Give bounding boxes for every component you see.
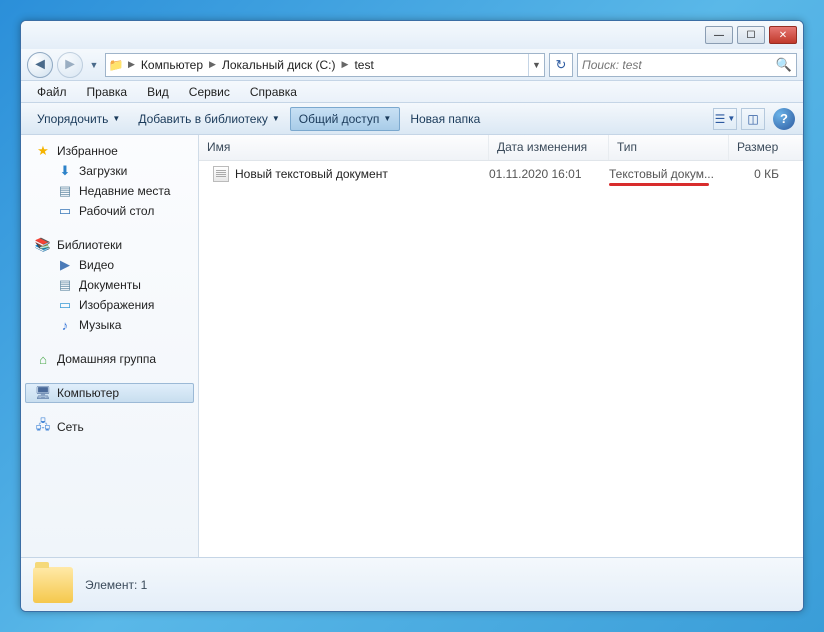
red-underline-annotation <box>609 183 709 186</box>
column-headers: Имя Дата изменения Тип Размер <box>199 135 803 161</box>
toolbar: Упорядочить▼ Добавить в библиотеку▼ Общи… <box>21 103 803 135</box>
titlebar: — ☐ ✕ <box>21 21 803 49</box>
chevron-down-icon: ▼ <box>727 114 735 123</box>
navbar: ◄ ► ▼ 📁 ▶ Компьютер ▶ Локальный диск (C:… <box>21 49 803 81</box>
close-button[interactable]: ✕ <box>769 26 797 44</box>
col-size[interactable]: Размер <box>729 135 803 160</box>
search-box[interactable]: 🔍 <box>577 53 797 77</box>
text-file-icon <box>213 166 229 182</box>
menu-view[interactable]: Вид <box>139 83 177 101</box>
network-icon: 🖧 <box>35 419 51 435</box>
sidebar-network[interactable]: 🖧Сеть <box>21 417 198 437</box>
recent-icon: ▤ <box>57 183 73 199</box>
chevron-right-icon: ▶ <box>126 59 137 70</box>
video-icon: ▶ <box>57 257 73 273</box>
status-text: Элемент: 1 <box>85 578 147 592</box>
chevron-down-icon: ▼ <box>272 114 280 123</box>
preview-pane-button[interactable]: ◫ <box>741 108 765 130</box>
sidebar-libraries[interactable]: 📚Библиотеки <box>21 235 198 255</box>
homegroup-icon: ⌂ <box>35 351 51 367</box>
sidebar-pictures[interactable]: ▭Изображения <box>21 295 198 315</box>
menu-help[interactable]: Справка <box>242 83 305 101</box>
sidebar-computer[interactable]: 🖥Компьютер <box>25 383 194 403</box>
file-size: 0 КБ <box>729 167 803 181</box>
explorer-window: — ☐ ✕ ◄ ► ▼ 📁 ▶ Компьютер ▶ Локальный ди… <box>20 20 804 612</box>
search-icon[interactable]: 🔍 <box>776 57 792 73</box>
documents-icon: ▤ <box>57 277 73 293</box>
refresh-button[interactable]: ↻ <box>549 53 573 77</box>
star-icon: ★ <box>35 143 51 159</box>
pictures-icon: ▭ <box>57 297 73 313</box>
music-icon: ♪ <box>57 317 73 333</box>
maximize-button[interactable]: ☐ <box>737 26 765 44</box>
breadcrumb-folder[interactable]: test <box>350 58 377 72</box>
file-type: Текстовый докум... <box>609 167 729 181</box>
file-list: Имя Дата изменения Тип Размер Новый текс… <box>199 135 803 557</box>
sidebar-homegroup[interactable]: ⌂Домашняя группа <box>21 349 198 369</box>
search-input[interactable] <box>582 58 776 72</box>
col-name[interactable]: Имя <box>199 135 489 160</box>
desktop-icon: ▭ <box>57 203 73 219</box>
sidebar-documents[interactable]: ▤Документы <box>21 275 198 295</box>
back-button[interactable]: ◄ <box>27 52 53 78</box>
chevron-right-icon: ▶ <box>340 59 351 70</box>
file-name: Новый текстовый документ <box>235 167 388 181</box>
menu-file[interactable]: Файл <box>29 83 75 101</box>
minimize-button[interactable]: — <box>705 26 733 44</box>
file-date: 01.11.2020 16:01 <box>489 167 609 181</box>
downloads-icon: ⬇ <box>57 163 73 179</box>
sidebar-desktop[interactable]: ▭Рабочий стол <box>21 201 198 221</box>
history-dropdown[interactable]: ▼ <box>87 60 101 70</box>
file-name-cell: Новый текстовый документ <box>199 166 489 182</box>
organize-button[interactable]: Упорядочить▼ <box>29 108 128 130</box>
breadcrumb[interactable]: 📁 ▶ Компьютер ▶ Локальный диск (C:) ▶ te… <box>105 53 545 77</box>
sidebar: ★Избранное ⬇Загрузки ▤Недавние места ▭Ра… <box>21 135 199 557</box>
breadcrumb-computer[interactable]: Компьютер <box>137 58 207 72</box>
sidebar-recent[interactable]: ▤Недавние места <box>21 181 198 201</box>
share-button[interactable]: Общий доступ▼ <box>290 107 401 131</box>
sidebar-videos[interactable]: ▶Видео <box>21 255 198 275</box>
view-options-button[interactable]: ☰▼ <box>713 108 737 130</box>
folder-icon <box>33 567 73 603</box>
breadcrumb-drive[interactable]: Локальный диск (C:) <box>218 58 340 72</box>
col-date[interactable]: Дата изменения <box>489 135 609 160</box>
col-type[interactable]: Тип <box>609 135 729 160</box>
menubar: Файл Правка Вид Сервис Справка <box>21 81 803 103</box>
file-row[interactable]: Новый текстовый документ 01.11.2020 16:0… <box>199 161 803 183</box>
sidebar-music[interactable]: ♪Музыка <box>21 315 198 335</box>
sidebar-downloads[interactable]: ⬇Загрузки <box>21 161 198 181</box>
statusbar: Элемент: 1 <box>21 557 803 611</box>
new-folder-button[interactable]: Новая папка <box>402 108 488 130</box>
chevron-right-icon: ▶ <box>207 59 218 70</box>
add-to-library-button[interactable]: Добавить в библиотеку▼ <box>130 108 287 130</box>
help-button[interactable]: ? <box>773 108 795 130</box>
breadcrumb-dropdown[interactable]: ▼ <box>528 54 544 76</box>
chevron-down-icon: ▼ <box>112 114 120 123</box>
menu-service[interactable]: Сервис <box>181 83 238 101</box>
computer-icon: 🖥 <box>35 385 51 401</box>
forward-button[interactable]: ► <box>57 52 83 78</box>
library-icon: 📚 <box>35 237 51 253</box>
chevron-down-icon: ▼ <box>383 114 391 123</box>
folder-icon: 📁 <box>106 58 126 72</box>
body: ★Избранное ⬇Загрузки ▤Недавние места ▭Ра… <box>21 135 803 557</box>
sidebar-favorites[interactable]: ★Избранное <box>21 141 198 161</box>
menu-edit[interactable]: Правка <box>79 83 136 101</box>
